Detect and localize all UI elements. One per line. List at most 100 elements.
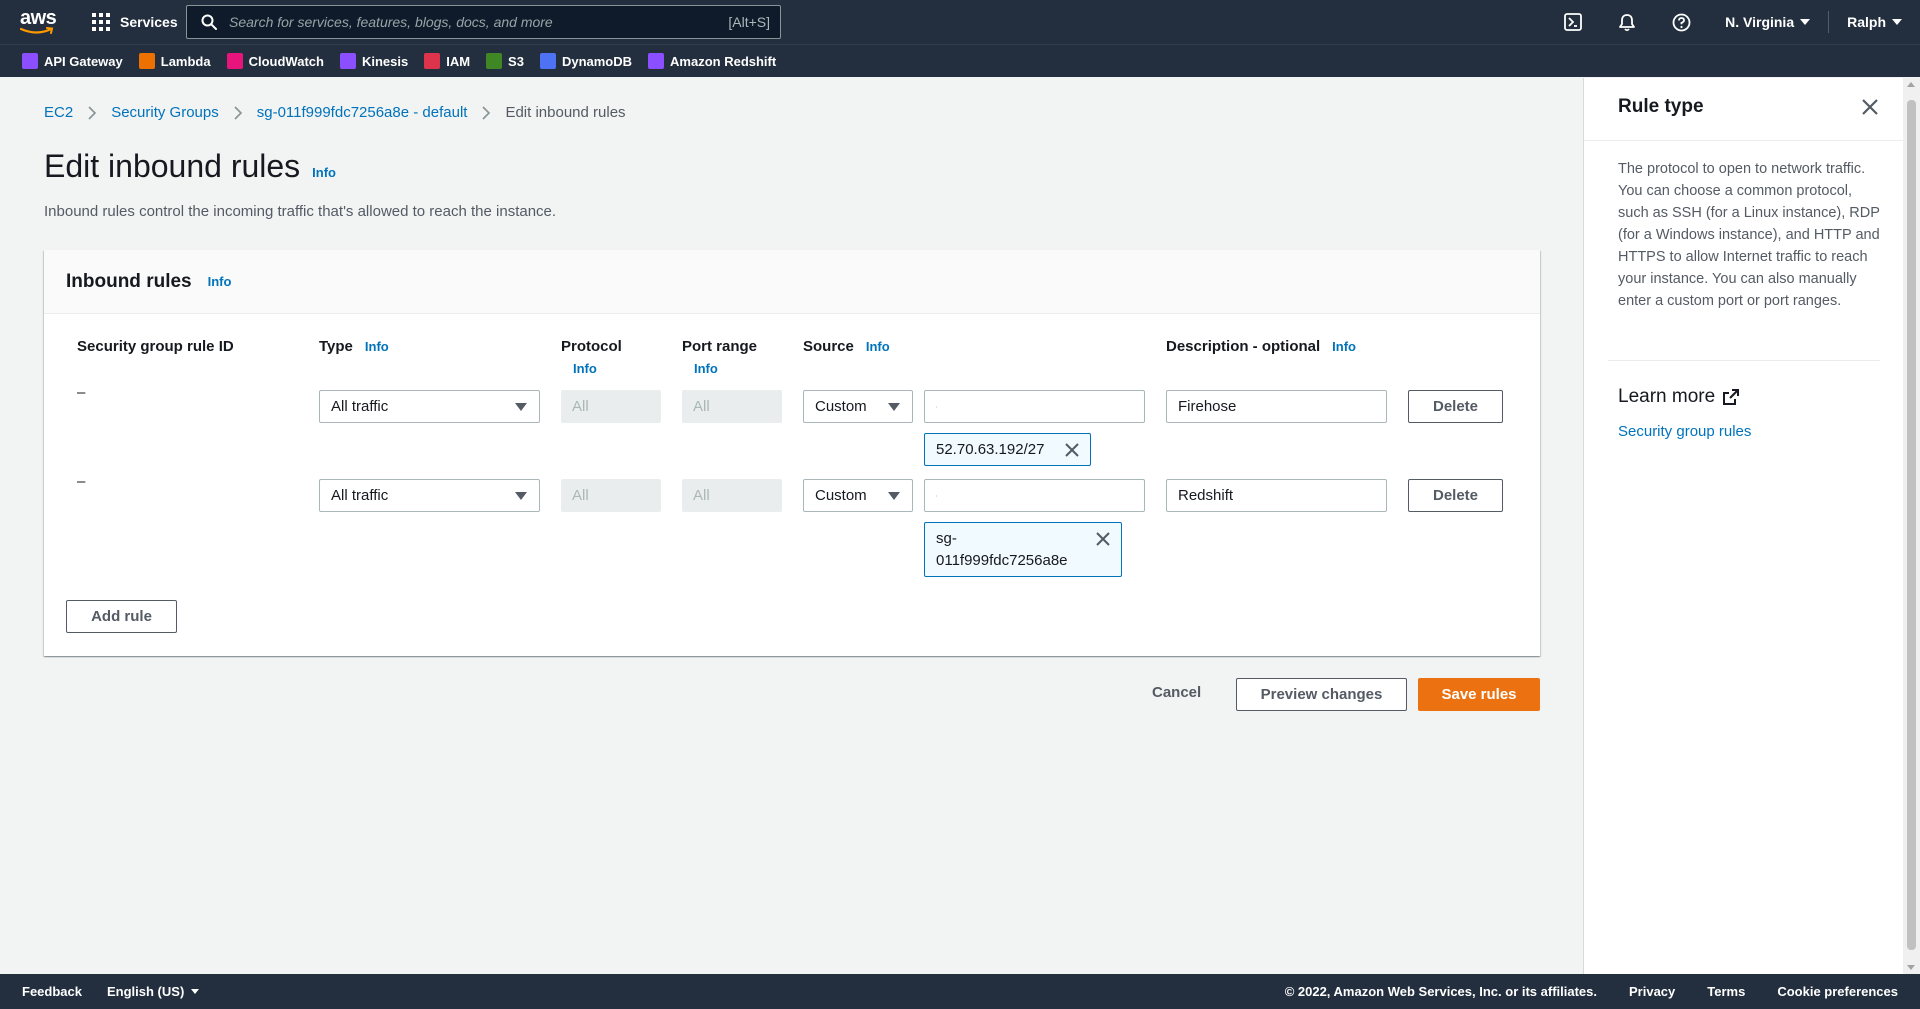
help-panel: Rule type The protocol to open to networ…: [1583, 78, 1904, 974]
feedback-link[interactable]: Feedback: [22, 984, 82, 999]
aws-logo[interactable]: aws: [20, 8, 57, 36]
column-header-label: Security group rule ID: [77, 338, 234, 355]
delete-rule-button[interactable]: Delete: [1408, 479, 1503, 512]
favorite-redshift[interactable]: Amazon Redshift: [648, 53, 776, 69]
account-menu[interactable]: Ralph: [1829, 0, 1920, 44]
description-input[interactable]: Redshift: [1166, 479, 1387, 512]
source-token-line: 011f999fdc7256a8e: [936, 551, 1068, 569]
terms-link[interactable]: Terms: [1707, 984, 1745, 999]
cookie-preferences-link[interactable]: Cookie preferences: [1777, 984, 1898, 999]
close-icon[interactable]: [1064, 442, 1080, 458]
column-header-label: Protocol: [561, 338, 622, 355]
breadcrumb-ec2[interactable]: EC2: [44, 104, 73, 121]
favorite-label: Kinesis: [361, 53, 409, 69]
scroll-thumb[interactable]: [1907, 100, 1916, 950]
favorite-label: Lambda: [160, 53, 211, 69]
save-rules-button[interactable]: Save rules: [1418, 678, 1540, 711]
favorite-dynamodb[interactable]: DynamoDB: [539, 53, 633, 69]
type-select[interactable]: All traffic: [319, 390, 540, 423]
region-selector[interactable]: N. Virginia: [1707, 0, 1828, 44]
breadcrumb: EC2 Security Groups sg-011f999fdc7256a8e…: [44, 104, 626, 121]
port-range-field: All: [682, 390, 782, 423]
scroll-up-icon[interactable]: [1907, 82, 1915, 87]
source-info-link[interactable]: Info: [866, 339, 890, 354]
favorite-kinesis[interactable]: Kinesis: [339, 53, 409, 69]
favorite-label: API Gateway: [44, 53, 123, 69]
chevron-right-icon: [482, 105, 491, 120]
source-type-select[interactable]: Custom: [803, 479, 913, 512]
column-header-port-range: Port range Info: [682, 338, 757, 376]
learn-more-heading: Learn more: [1618, 386, 1740, 408]
source-type-value: Custom: [815, 487, 867, 504]
services-menu-button[interactable]: Services: [92, 12, 178, 32]
description-input[interactable]: Firehose: [1166, 390, 1387, 423]
favorite-label: IAM: [446, 53, 471, 69]
type-info-link[interactable]: Info: [365, 339, 389, 354]
close-icon[interactable]: [1860, 97, 1880, 117]
page-title: Edit inbound rules Info: [44, 148, 336, 185]
rule-id-value: –: [77, 384, 86, 401]
rule-id-value: –: [77, 473, 86, 490]
breadcrumb-current: Edit inbound rules: [505, 104, 626, 121]
favorite-label: DynamoDB: [561, 53, 633, 69]
close-icon[interactable]: [1095, 531, 1111, 547]
favorite-cloudwatch[interactable]: CloudWatch: [226, 53, 324, 69]
caret-down-icon: [888, 492, 900, 500]
vertical-scrollbar[interactable]: [1903, 78, 1920, 974]
source-search-input[interactable]: [945, 487, 1144, 504]
search-icon: [936, 406, 937, 407]
source-search-field[interactable]: [924, 390, 1145, 423]
favorite-lambda[interactable]: Lambda: [138, 53, 211, 69]
add-rule-button[interactable]: Add rule: [66, 600, 177, 633]
caret-down-icon: [1800, 19, 1811, 25]
services-label: Services: [120, 14, 178, 30]
privacy-link[interactable]: Privacy: [1629, 984, 1675, 999]
page-description: Inbound rules control the incoming traff…: [44, 203, 557, 220]
security-group-rules-link[interactable]: Security group rules: [1618, 423, 1751, 440]
panel-info-link[interactable]: Info: [208, 274, 232, 289]
aws-smile-icon: [20, 27, 54, 34]
delete-rule-button[interactable]: Delete: [1408, 390, 1503, 423]
breadcrumb-security-group[interactable]: sg-011f999fdc7256a8e - default: [257, 104, 468, 121]
chevron-right-icon: [234, 105, 242, 120]
source-token-label: 52.70.63.192/27: [936, 441, 1045, 458]
search-input[interactable]: [229, 14, 729, 30]
favorite-s3[interactable]: S3: [486, 53, 524, 69]
protocol-field: All: [561, 479, 661, 512]
external-link-icon: [1723, 389, 1740, 405]
s3-icon: [486, 53, 503, 69]
protocol-info-link[interactable]: Info: [573, 361, 622, 376]
learn-more-label: Learn more: [1618, 386, 1716, 407]
help-button[interactable]: [1659, 0, 1703, 44]
user-label: Ralph: [1847, 14, 1886, 30]
source-search-input[interactable]: [945, 398, 1144, 415]
source-search-field[interactable]: [924, 479, 1145, 512]
caret-down-icon: [1892, 19, 1902, 25]
preview-changes-button[interactable]: Preview changes: [1236, 678, 1407, 711]
language-selector[interactable]: English (US): [107, 984, 200, 999]
favorite-label: S3: [508, 53, 524, 69]
region-label: N. Virginia: [1725, 14, 1795, 30]
column-header-protocol: Protocol Info: [561, 338, 622, 376]
page-info-link[interactable]: Info: [312, 165, 336, 180]
type-select[interactable]: All traffic: [319, 479, 540, 512]
copyright-text: © 2022, Amazon Web Services, Inc. or its…: [1284, 984, 1597, 999]
footer-links: © 2022, Amazon Web Services, Inc. or its…: [1253, 984, 1898, 999]
favorite-iam[interactable]: IAM: [424, 53, 470, 69]
global-search[interactable]: [Alt+S]: [186, 5, 781, 39]
help-icon: [1672, 13, 1691, 31]
notifications-button[interactable]: [1605, 0, 1649, 44]
cancel-button[interactable]: Cancel: [1152, 684, 1201, 701]
breadcrumb-security-groups[interactable]: Security Groups: [111, 104, 219, 121]
help-divider: [1608, 360, 1880, 361]
port-range-info-link[interactable]: Info: [694, 361, 757, 376]
source-token: sg- 011f999fdc7256a8e: [924, 522, 1122, 577]
favorite-api-gateway[interactable]: API Gateway: [22, 53, 123, 69]
description-info-link[interactable]: Info: [1332, 339, 1356, 354]
grid-icon: [92, 13, 110, 31]
language-label: English (US): [107, 984, 185, 999]
source-type-select[interactable]: Custom: [803, 390, 913, 423]
protocol-field: All: [561, 390, 661, 423]
scroll-down-icon[interactable]: [1907, 965, 1915, 970]
cloudshell-button[interactable]: [1551, 0, 1595, 44]
